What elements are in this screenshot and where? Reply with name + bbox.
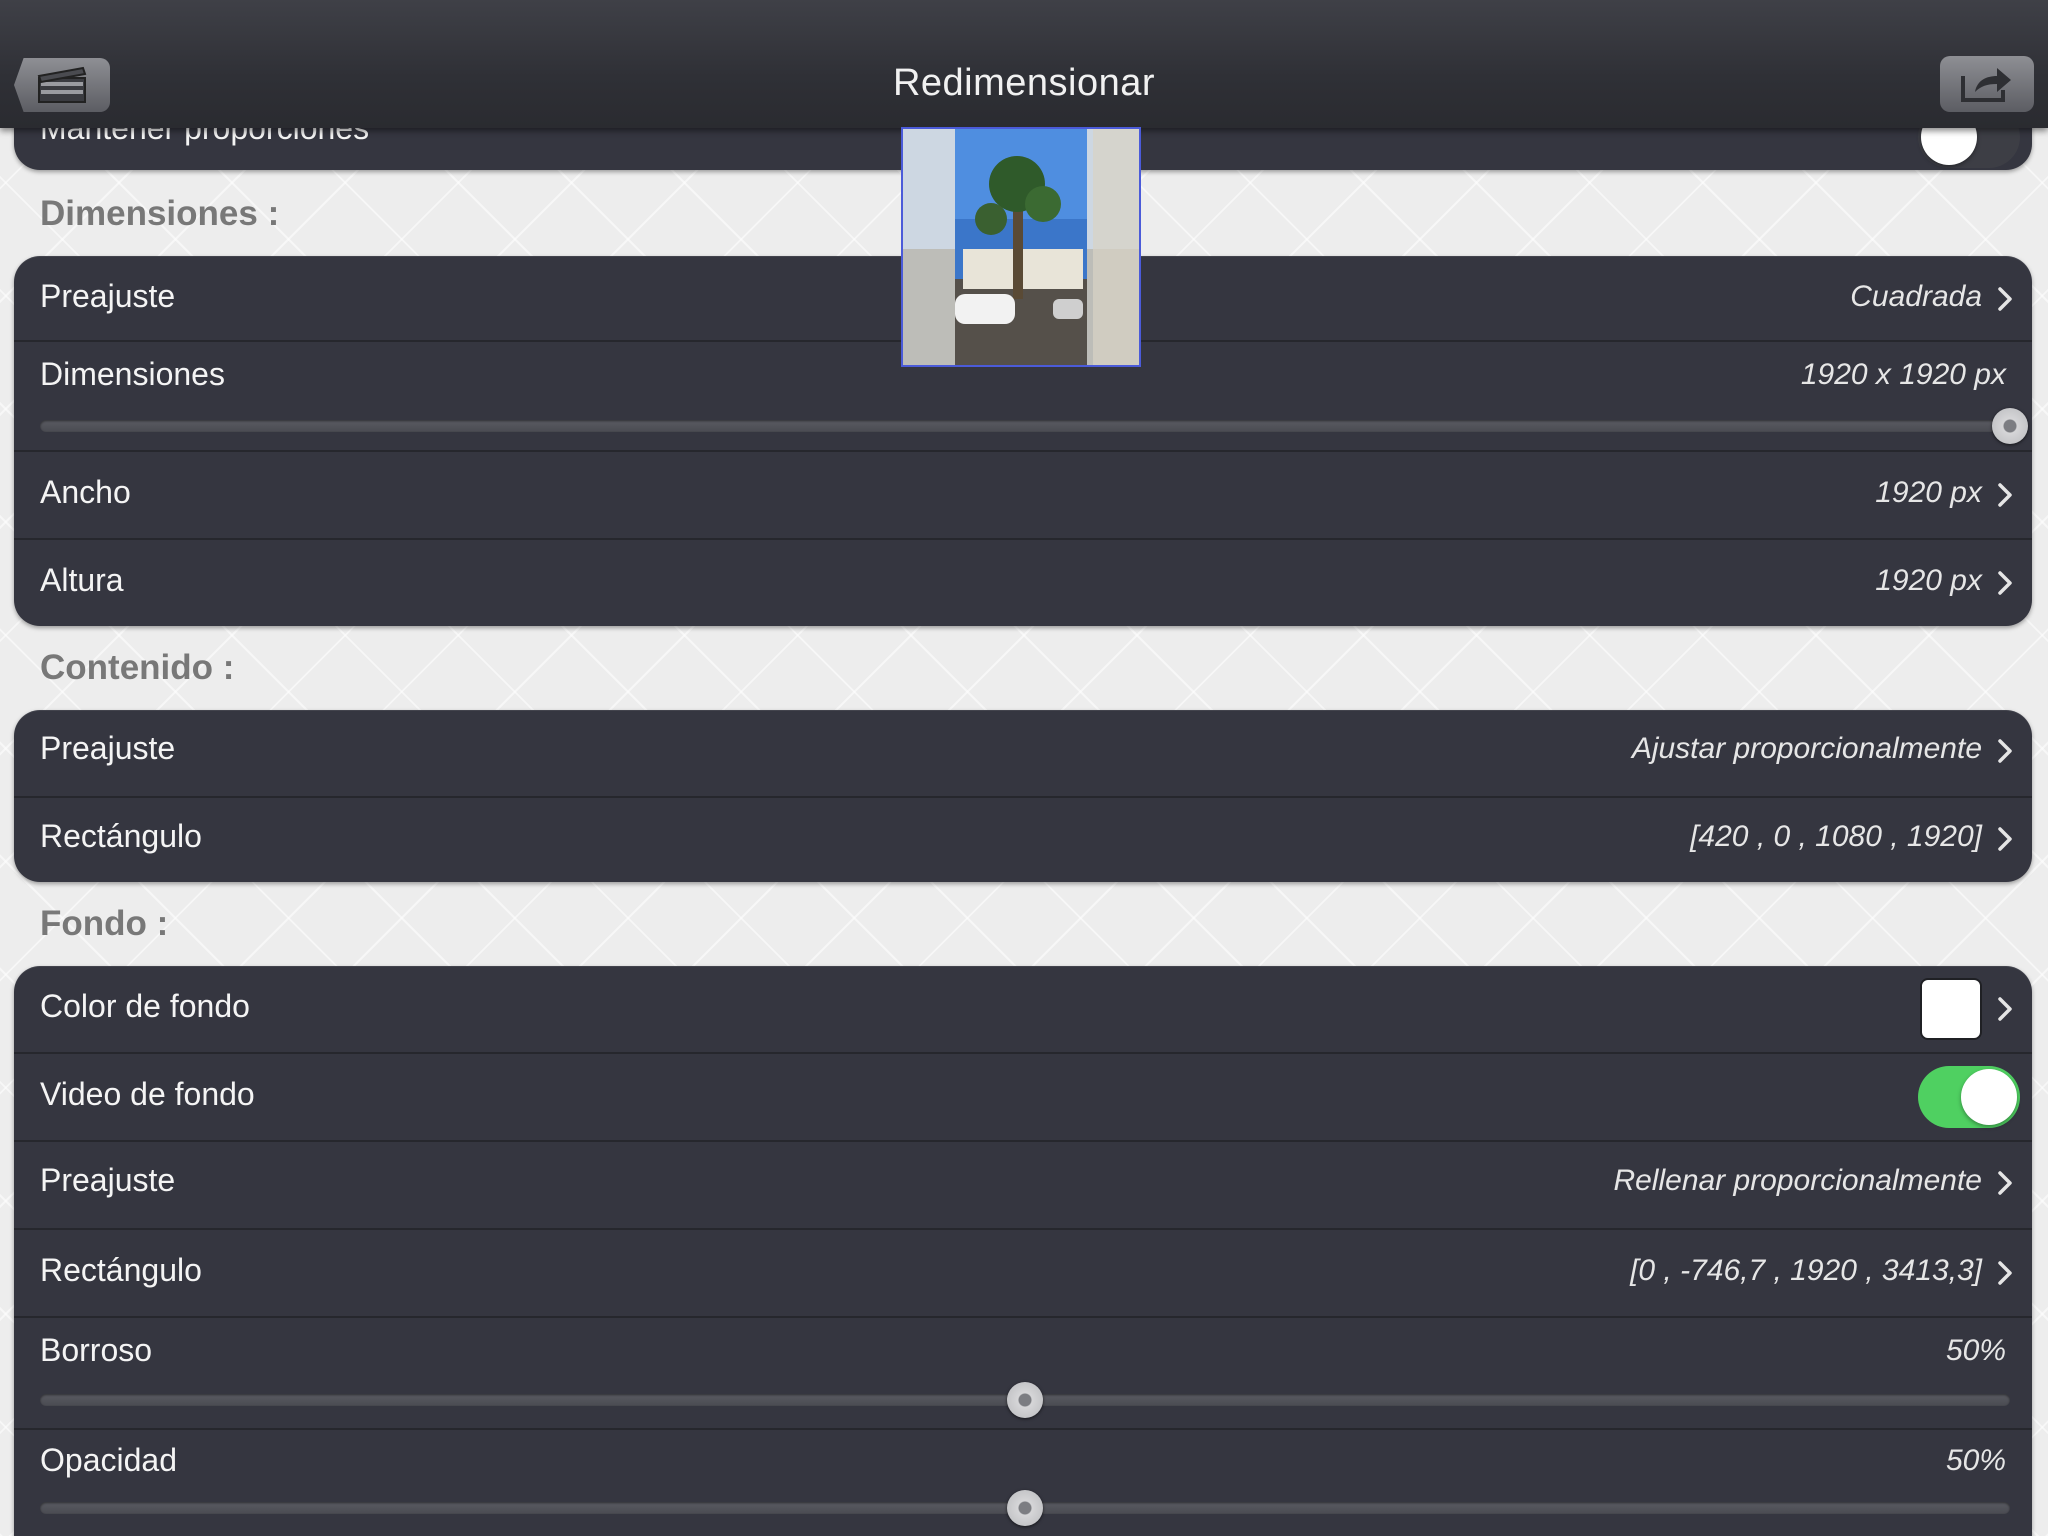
- height-value: 1920 px: [1875, 564, 1982, 597]
- chevron-right-icon: [1992, 994, 2018, 1024]
- opacity-value: 50%: [1945, 1444, 2006, 1477]
- resize-screen: Mantener proporciones Redimensionar Dime…: [0, 0, 2048, 1536]
- width-label: Ancho: [40, 474, 131, 510]
- preview-thumbnail[interactable]: [901, 127, 1141, 367]
- section-title-dimensions: Dimensiones :: [40, 194, 280, 233]
- row-bg-preset[interactable]: Preajuste Rellenar proporcionalmente: [14, 1140, 2032, 1228]
- preview-image: [903, 129, 1139, 365]
- section-title-content: Contenido :: [40, 648, 235, 687]
- slider-thumb[interactable]: [1007, 1490, 1043, 1526]
- height-label: Altura: [40, 562, 124, 598]
- page-title: Redimensionar: [892, 62, 1156, 104]
- content-preset-value: Ajustar proporcionalmente: [1631, 732, 1982, 765]
- row-bg-color[interactable]: Color de fondo: [14, 966, 2032, 1052]
- dimensions-slider[interactable]: [40, 408, 2028, 444]
- chevron-right-icon: [1992, 1258, 2018, 1288]
- switch-knob: [1961, 1069, 2017, 1125]
- bg-rect-label: Rectángulo: [40, 1252, 202, 1288]
- section-title-background: Fondo :: [40, 904, 169, 943]
- bg-color-swatch[interactable]: [1920, 978, 1982, 1040]
- navigation-bar: Redimensionar: [0, 0, 2048, 128]
- bg-preset-value: Rellenar proporcionalmente: [1613, 1164, 1982, 1197]
- blur-slider[interactable]: [40, 1382, 2010, 1418]
- card-content: Preajuste Ajustar proporcionalmente Rect…: [14, 710, 2032, 882]
- row-bg-rect[interactable]: Rectángulo [0 , -746,7 , 1920 , 3413,3]: [14, 1228, 2032, 1316]
- content-rect-label: Rectángulo: [40, 818, 202, 854]
- slider-thumb[interactable]: [1007, 1382, 1043, 1418]
- preset-value: Cuadrada: [1850, 280, 1982, 313]
- bg-color-label: Color de fondo: [40, 988, 250, 1024]
- share-icon: [1961, 68, 2011, 102]
- chevron-right-icon: [1992, 736, 2018, 766]
- bg-video-label: Video de fondo: [40, 1076, 255, 1112]
- row-opacity: Opacidad 50%: [14, 1428, 2032, 1536]
- opacity-slider[interactable]: [40, 1490, 2010, 1526]
- bg-video-switch[interactable]: [1918, 1066, 2020, 1128]
- content-rect-value: [420 , 0 , 1080 , 1920]: [1690, 820, 1982, 853]
- dimensions-label: Dimensiones: [40, 356, 225, 392]
- share-button[interactable]: [1940, 56, 2034, 112]
- row-content-preset[interactable]: Preajuste Ajustar proporcionalmente: [14, 710, 2032, 796]
- row-blur: Borroso 50%: [14, 1316, 2032, 1428]
- chevron-right-icon: [1992, 568, 2018, 598]
- blur-label: Borroso: [40, 1332, 153, 1368]
- preset-label: Preajuste: [40, 278, 176, 314]
- chevron-right-icon: [1992, 1168, 2018, 1198]
- opacity-label: Opacidad: [40, 1442, 177, 1478]
- row-content-rect[interactable]: Rectángulo [420 , 0 , 1080 , 1920]: [14, 796, 2032, 882]
- chevron-right-icon: [1992, 480, 2018, 510]
- width-value: 1920 px: [1875, 476, 1982, 509]
- slider-thumb[interactable]: [1992, 408, 2028, 444]
- chevron-right-icon: [1992, 824, 2018, 854]
- dimensions-value: 1920 x 1920 px: [1800, 358, 2006, 391]
- content-preset-label: Preajuste: [40, 730, 176, 766]
- bg-rect-value: [0 , -746,7 , 1920 , 3413,3]: [1630, 1254, 1982, 1287]
- card-background: Color de fondo Video de fondo Preajuste …: [14, 966, 2032, 1536]
- row-height[interactable]: Altura 1920 px: [14, 538, 2032, 626]
- bg-preset-label: Preajuste: [40, 1162, 176, 1198]
- row-bg-video[interactable]: Video de fondo: [14, 1052, 2032, 1140]
- chevron-right-icon: [1992, 284, 2018, 314]
- blur-value: 50%: [1945, 1334, 2006, 1367]
- row-width[interactable]: Ancho 1920 px: [14, 450, 2032, 538]
